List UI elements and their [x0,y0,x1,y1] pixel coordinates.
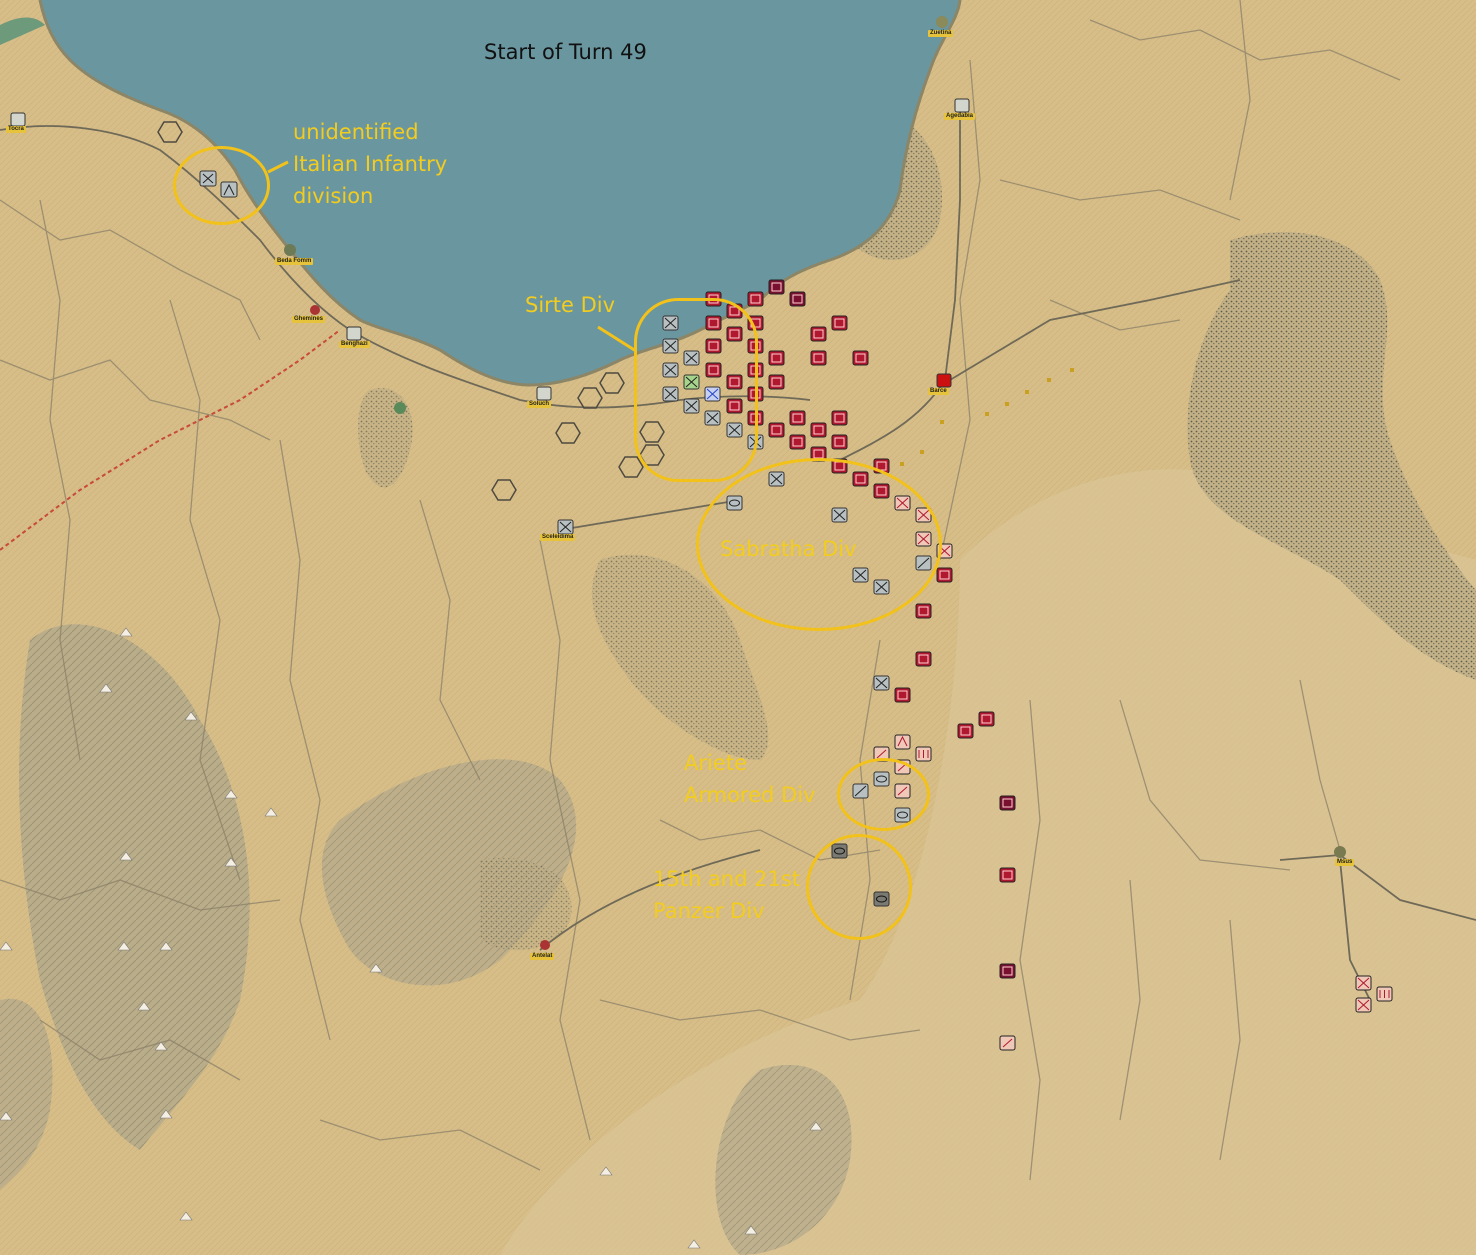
town-label: Agedabia [944,113,976,120]
annotation-sirte-label: Sirte Div [525,293,616,317]
town-label: Soluch [527,401,552,408]
town-label: Ghemines [292,316,326,323]
annotation-sirte-outline [634,298,758,482]
annotation-italian-infantry-pointer [267,160,289,174]
annotation-ariete-circle [837,758,930,831]
town-label: Antelat [530,953,555,960]
town-label: Benghazi [339,341,370,348]
town-label: Sceleidima [540,534,576,541]
annotation-sabratha-label: Sabratha Div [720,537,857,561]
town-label: Beda Fomm [275,258,314,265]
annotation-panzer-circle [806,834,912,940]
annotation-sirte-pointer [597,325,637,353]
annotation-ariete-label: Ariete Armored Div [684,751,816,807]
town-label: Barce [928,388,949,395]
annotation-panzer-label: 15th and 21st Panzer Div [653,867,801,923]
annotation-italian-infantry-circle [173,146,270,225]
annotation-italian-infantry-label: unidentified Italian Infantry division [293,120,448,208]
town-label: Tocra [6,126,26,133]
turn-title: Start of Turn 49 [484,40,647,64]
town-label: Msus [1335,859,1355,866]
town-label: Zuetina [928,30,954,37]
